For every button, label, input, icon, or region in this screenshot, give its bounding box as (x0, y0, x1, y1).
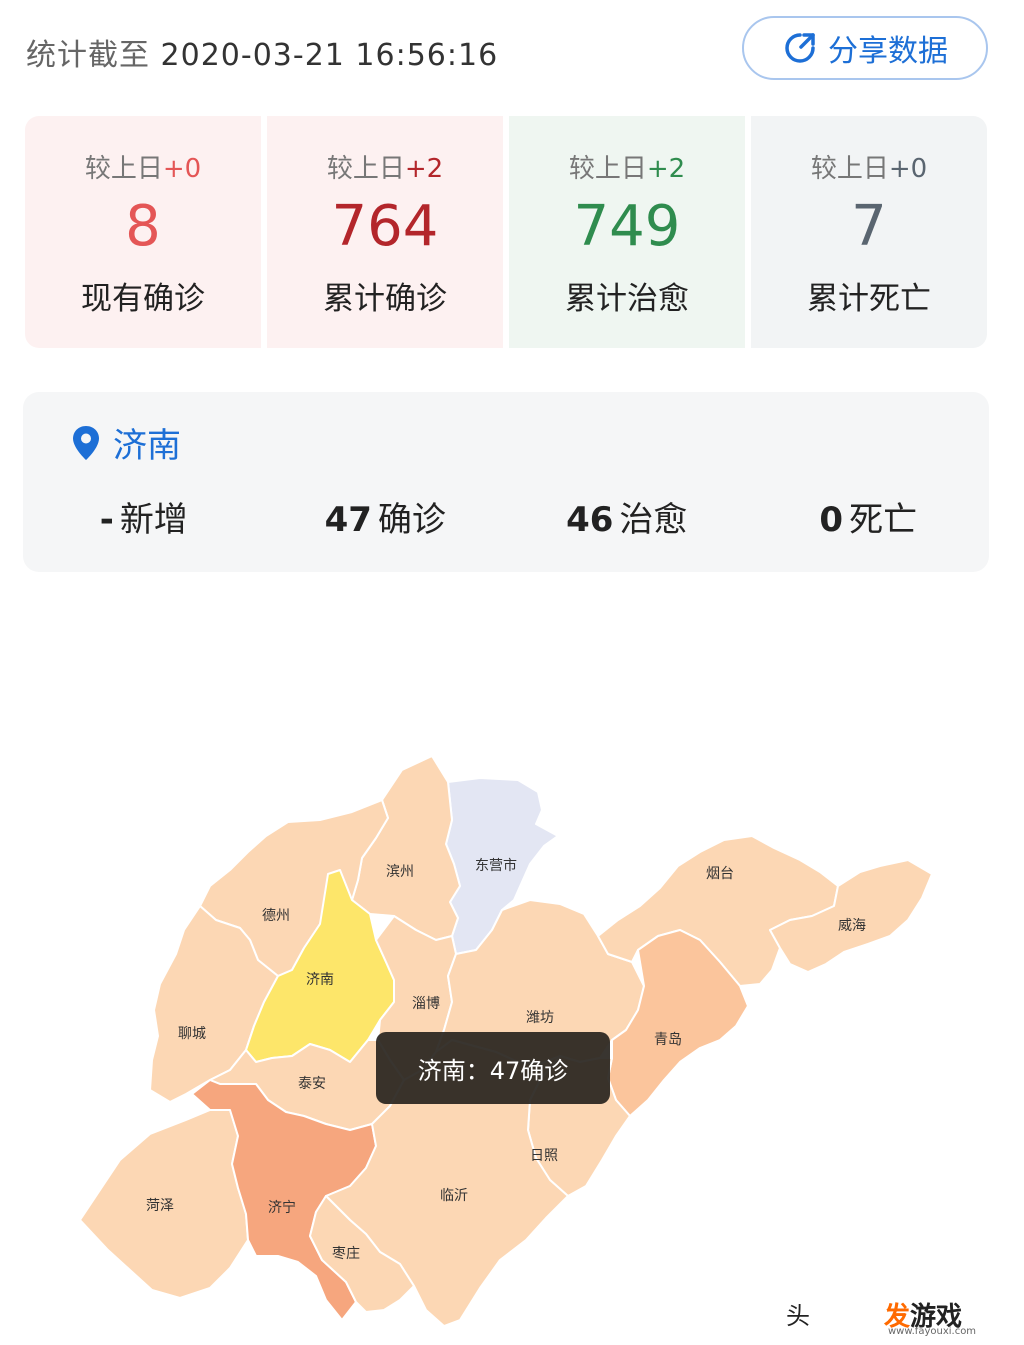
stat-value: 749 (573, 194, 681, 259)
stat-delta: 较上日+2 (568, 154, 686, 184)
map-label: 青岛 (654, 1032, 682, 1048)
stat-total-cured: 较上日+2 749 累计治愈 (509, 116, 745, 348)
update-prefix: 统计截至 (26, 38, 150, 73)
map-label: 枣庄 (332, 1245, 360, 1262)
region-header: 济南 (71, 418, 181, 467)
stat-label: 累计确诊 (323, 281, 447, 317)
map-label: 济宁 (268, 1199, 296, 1216)
stat-label: 现有确诊 (81, 281, 205, 317)
stat-delta: 较上日+2 (326, 154, 444, 184)
update-time: 统计截至 2020-03-21 16:56:16 (26, 30, 498, 74)
map-label: 菏泽 (146, 1198, 174, 1214)
map-label: 泰安 (298, 1076, 326, 1092)
watermark-left: 头 (786, 1302, 810, 1330)
stat-total-dead: 较上日+0 7 累计死亡 (751, 116, 987, 348)
map-label: 淄博 (412, 995, 440, 1012)
region-stats: - 新增 47 确诊 46 治愈 0 死亡 (23, 492, 989, 541)
map-label: 烟台 (706, 866, 734, 882)
map-label: 东营市 (475, 857, 517, 874)
region-confirmed: 47 确诊 (324, 500, 446, 540)
map-label: 滨州 (386, 864, 414, 880)
map-label: 济南 (306, 972, 334, 988)
region-name: 济南 (113, 426, 181, 466)
map-label: 威海 (838, 918, 866, 934)
map-tooltip: 济南：47确诊 (376, 1032, 610, 1104)
stat-value: 8 (125, 194, 161, 259)
stat-delta: 较上日+0 (84, 154, 202, 184)
share-data-button[interactable]: 分享数据 (742, 16, 988, 80)
region-cured: 46 治愈 (566, 500, 688, 540)
map-label: 日照 (530, 1148, 558, 1164)
location-pin-icon (73, 425, 99, 460)
region-new: - 新增 (99, 500, 188, 540)
share-label: 分享数据 (828, 34, 948, 69)
stat-label: 累计死亡 (807, 281, 931, 317)
region-dead: 0 死亡 (819, 500, 918, 540)
map-label: 潍坊 (526, 1010, 554, 1026)
summary-stats: 较上日+0 8 现有确诊 较上日+2 764 累计确诊 较上日+2 749 累计… (25, 116, 987, 348)
map-label: 德州 (262, 908, 290, 924)
stat-value: 764 (331, 194, 439, 259)
watermark-url: www.fayouxi.com (888, 1326, 977, 1337)
map-label: 聊城 (178, 1026, 206, 1042)
top-bar: 统计截至 2020-03-21 16:56:16 分享数据 (0, 0, 1024, 100)
stat-delta: 较上日+0 (810, 154, 928, 184)
stat-value: 7 (851, 194, 887, 259)
stat-label: 累计治愈 (565, 281, 689, 317)
update-timestamp: 2020-03-21 16:56:16 (160, 38, 499, 73)
stat-total-confirmed: 较上日+2 764 累计确诊 (267, 116, 503, 348)
stat-current-confirmed: 较上日+0 8 现有确诊 (25, 116, 261, 348)
share-icon (785, 33, 815, 63)
map-label: 临沂 (440, 1188, 468, 1204)
region-card[interactable]: 济南 - 新增 47 确诊 46 治愈 0 死亡 (23, 392, 989, 572)
